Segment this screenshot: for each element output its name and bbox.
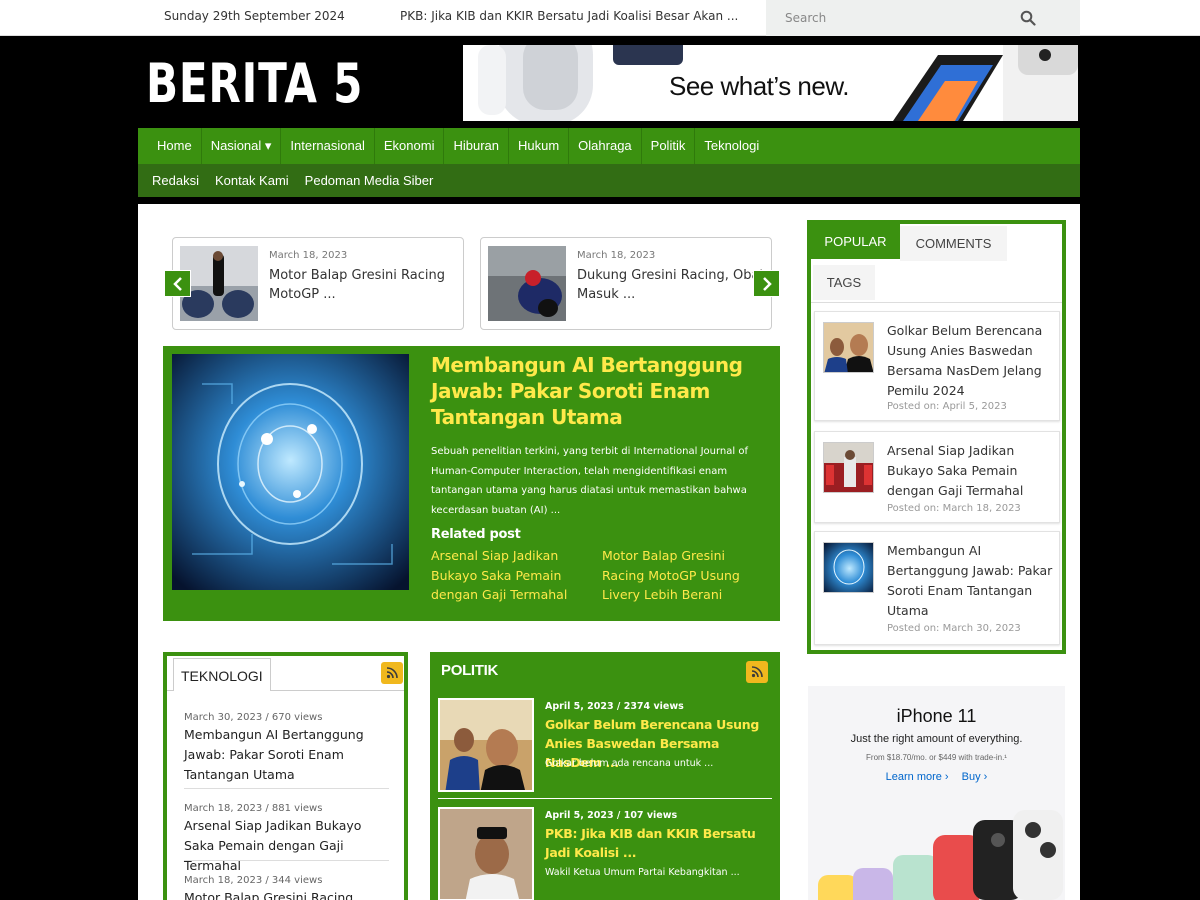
banner-headline: See what’s new. — [669, 71, 849, 101]
item-title[interactable]: Arsenal Siap Jadikan Bukayo Saka Pemain … — [184, 816, 389, 876]
item-excerpt: Golkar belum ada rencana untuk ... — [545, 758, 714, 769]
chevron-left-icon — [172, 277, 182, 291]
popular-post-card[interactable]: Membangun AI Bertanggung Jawab: Pakar So… — [814, 531, 1060, 645]
slider-item-date: March 18, 2023 — [577, 250, 656, 261]
divider — [184, 860, 389, 861]
nav-item-hukum[interactable]: Hukum — [509, 128, 570, 164]
slider-item-title[interactable]: Motor Balap Gresini Racing MotoGP ... — [269, 266, 459, 306]
top-bar: Sunday 29th September 2024 PKB: Jika KIB… — [0, 0, 1200, 36]
related-post-link[interactable]: Arsenal Siap Jadikan Bukayo Saka Pemain … — [431, 546, 599, 605]
featured-title[interactable]: Membangun AI Bertanggung Jawab: Pakar So… — [431, 352, 761, 430]
list-item[interactable]: April 5, 2023 / 107 views PKB: Jika KIB … — [438, 807, 772, 900]
header-ad-banner[interactable]: See what’s new. — [463, 45, 1078, 121]
search-box — [766, 0, 1080, 36]
popular-post-card[interactable]: Arsenal Siap Jadikan Bukayo Saka Pemain … — [814, 431, 1060, 523]
buy-link[interactable]: Buy › — [962, 771, 988, 783]
nav-item-hiburan[interactable]: Hiburan — [444, 128, 509, 164]
item-excerpt: Wakil Ketua Umum Partai Kebangkitan ... — [545, 867, 740, 878]
ad-heading: iPhone 11 — [896, 706, 977, 726]
popular-post-date: Posted on: March 30, 2023 — [887, 623, 1021, 634]
ad-subheading: Just the right amount of everything. — [850, 733, 1023, 745]
slider-item[interactable]: March 18, 2023 Motor Balap Gresini Racin… — [172, 237, 464, 330]
item-thumbnail[interactable] — [438, 698, 534, 792]
nav-item-politik[interactable]: Politik — [642, 128, 696, 164]
list-item[interactable]: March 18, 2023 / 881 views Arsenal Siap … — [184, 803, 389, 876]
search-input[interactable] — [766, 0, 1006, 36]
featured-excerpt: Sebuah penelitian terkini, yang terbit d… — [431, 446, 748, 516]
popular-post-title[interactable]: Golkar Belum Berencana Usung Anies Baswe… — [887, 321, 1055, 401]
divider — [438, 798, 772, 799]
slider-item[interactable]: March 18, 2023 Dukung Gresini Racing, Ob… — [480, 237, 772, 330]
slider-next-button[interactable] — [753, 270, 780, 297]
nav-item-home[interactable]: Home — [148, 128, 202, 164]
popular-post-date: Posted on: April 5, 2023 — [887, 401, 1007, 412]
related-post-heading: Related post — [431, 527, 521, 542]
ad-product-art — [818, 810, 1063, 900]
item-meta: April 5, 2023 / 2374 views — [545, 701, 684, 712]
item-meta: March 18, 2023 / 881 views — [184, 803, 323, 814]
popular-post-title[interactable]: Arsenal Siap Jadikan Bukayo Saka Pemain … — [887, 441, 1055, 501]
rss-button[interactable] — [381, 662, 403, 684]
popular-post-date: Posted on: March 18, 2023 — [887, 503, 1021, 514]
popular-post-thumbnail — [823, 442, 874, 493]
slider-item-title[interactable]: Dukung Gresini Racing, Obat Masuk ... — [577, 266, 767, 306]
ad-links: Learn more › Buy › — [808, 771, 1065, 783]
popular-post-title[interactable]: Membangun AI Bertanggung Jawab: Pakar So… — [887, 541, 1055, 621]
item-meta: April 5, 2023 / 107 views — [545, 810, 678, 821]
nav-item-redaksi[interactable]: Redaksi — [144, 173, 207, 188]
list-item[interactable]: April 5, 2023 / 2374 views Golkar Belum … — [438, 698, 772, 794]
item-title[interactable]: Motor Balap Gresini Racing — [184, 888, 389, 900]
nav-item-pedoman-media-siber[interactable]: Pedoman Media Siber — [297, 173, 442, 188]
current-date: Sunday 29th September 2024 — [164, 9, 345, 23]
nav-item-internasional[interactable]: Internasional — [281, 128, 375, 164]
learn-more-link[interactable]: Learn more › — [886, 771, 949, 783]
chevron-right-icon — [762, 277, 772, 291]
nav-item-kontak-kami[interactable]: Kontak Kami — [207, 173, 297, 188]
related-post-link[interactable]: Motor Balap Gresini Racing MotoGP Usung … — [602, 546, 770, 605]
divider — [184, 788, 389, 789]
list-item[interactable]: March 30, 2023 / 670 views Membangun AI … — [184, 712, 389, 785]
sidebar-tabs-widget: POPULAR COMMENTS TAGS Golkar Belum Beren… — [807, 220, 1066, 654]
popular-post-thumbnail — [823, 542, 874, 593]
popular-post-thumbnail — [823, 322, 874, 373]
item-meta: March 18, 2023 / 344 views — [184, 875, 323, 886]
item-meta: March 30, 2023 / 670 views — [184, 712, 323, 723]
secondary-nav: Redaksi Kontak Kami Pedoman Media Siber — [138, 164, 1080, 197]
slider-prev-button[interactable] — [164, 270, 191, 297]
item-title[interactable]: Membangun AI Bertanggung Jawab: Pakar So… — [184, 725, 389, 785]
nav-item-teknologi[interactable]: Teknologi — [695, 128, 768, 164]
politik-heading[interactable]: POLITIK — [441, 662, 498, 679]
featured-image[interactable] — [172, 354, 409, 590]
slider-thumbnail — [488, 246, 566, 321]
teknologi-widget: TEKNOLOGI March 30, 2023 / 670 views Mem… — [163, 652, 408, 900]
rss-button[interactable] — [746, 661, 768, 683]
nav-item-ekonomi[interactable]: Ekonomi — [375, 128, 445, 164]
sidebar-tab-bar: POPULAR COMMENTS TAGS — [811, 224, 1062, 303]
tab-tags[interactable]: TAGS — [813, 265, 875, 300]
item-thumbnail[interactable] — [438, 807, 534, 900]
rss-icon — [386, 667, 398, 679]
primary-nav: Home Nasional ▾ Internasional Ekonomi Hi… — [138, 128, 1080, 164]
list-item[interactable]: March 18, 2023 / 344 views Motor Balap G… — [184, 875, 389, 900]
featured-article: Membangun AI Bertanggung Jawab: Pakar So… — [163, 346, 780, 621]
search-icon[interactable] — [1020, 10, 1036, 26]
item-title[interactable]: PKB: Jika KIB dan KKIR Bersatu Jadi Koal… — [545, 824, 775, 862]
slider-thumbnail — [180, 246, 258, 321]
sidebar-ad[interactable]: iPhone 11 Just the right amount of every… — [808, 686, 1065, 900]
breaking-news-ticker[interactable]: PKB: Jika KIB dan KKIR Bersatu Jadi Koal… — [400, 9, 750, 23]
popular-post-card[interactable]: Golkar Belum Berencana Usung Anies Baswe… — [814, 311, 1060, 421]
ad-price: From $18.70/mo. or $449 with trade-in.¹ — [866, 753, 1007, 762]
politik-widget: POLITIK April 5, 2023 / 2374 views Golka… — [430, 652, 780, 900]
tab-popular[interactable]: POPULAR — [811, 224, 900, 259]
slider-item-date: March 18, 2023 — [269, 250, 348, 261]
nav-item-nasional[interactable]: Nasional ▾ — [202, 128, 282, 164]
tab-comments[interactable]: COMMENTS — [900, 226, 1007, 261]
teknologi-heading[interactable]: TEKNOLOGI — [173, 658, 271, 691]
rss-icon — [751, 666, 763, 678]
nav-item-olahraga[interactable]: Olahraga — [569, 128, 642, 164]
site-logo[interactable]: BERITA 5 — [146, 52, 363, 116]
